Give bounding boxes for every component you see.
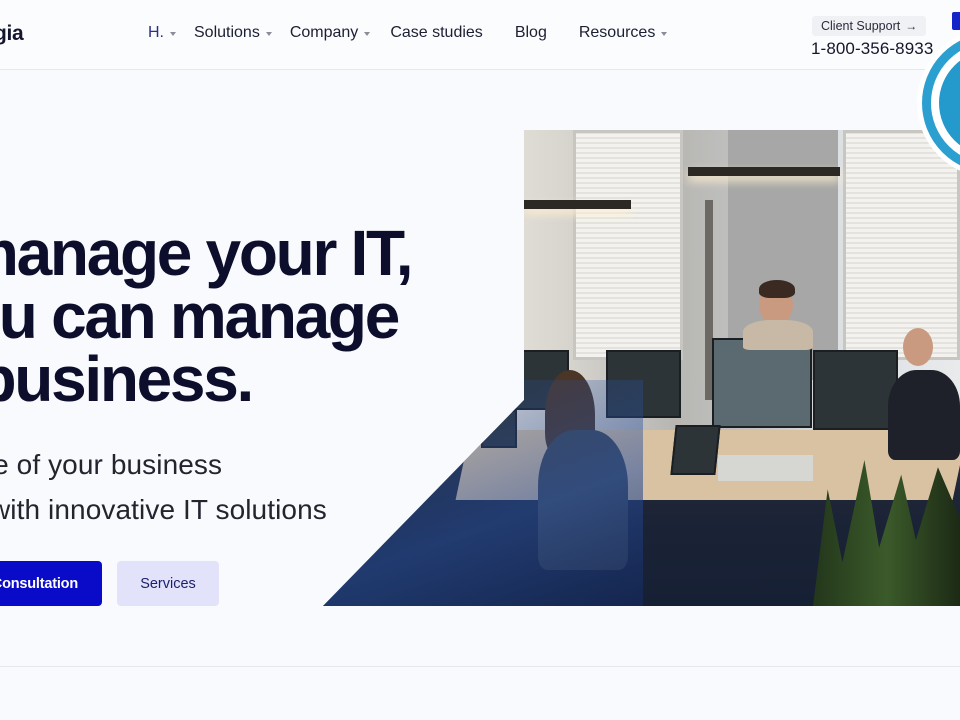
nav-item-label: Company (289, 24, 359, 41)
nav-item-case-studies[interactable]: Case studies (390, 24, 483, 42)
nav-item-label: Case studies (390, 24, 483, 41)
section-divider (0, 666, 960, 667)
nav-item-solutions[interactable]: Solutions (194, 24, 272, 42)
header-cta-button-edge[interactable] (952, 12, 960, 30)
image-window (573, 130, 683, 360)
image-lamp (688, 167, 840, 176)
site-header: gia H. Solutions Company Case studies Bl… (0, 0, 960, 70)
nav-item-resources[interactable]: Resources (578, 24, 668, 42)
headline-line: manage your IT, (0, 217, 414, 289)
nav-item-blog[interactable]: Blog (515, 24, 547, 42)
arrow-right-icon: → (905, 19, 918, 33)
headline-line: business. (0, 343, 254, 415)
image-monitor-stand (718, 455, 813, 481)
subtext-line: y with innovative IT solutions (0, 494, 327, 525)
image-laptop (670, 425, 721, 475)
hero-subtext: rge of your business y with innovative I… (0, 442, 327, 532)
image-person-head (903, 328, 933, 366)
image-person-body (888, 370, 960, 460)
main-nav: H. Solutions Company Case studies Blog R… (148, 24, 668, 42)
client-support-button[interactable]: Client Support → (812, 16, 927, 36)
subtext-line: rge of your business (0, 449, 223, 480)
site-logo[interactable]: gia (0, 22, 24, 46)
image-person-hair (759, 280, 795, 298)
chevron-down-icon (364, 31, 371, 36)
chevron-down-icon (265, 31, 272, 36)
client-support-label: Client Support (821, 19, 901, 33)
image-person-body (743, 320, 813, 350)
nav-item-company[interactable]: Company (289, 24, 371, 42)
image-window (843, 130, 960, 360)
hero-image (323, 130, 960, 606)
nav-item-label: Solutions (194, 24, 260, 41)
nav-item-label: Resources (578, 24, 656, 41)
chevron-down-icon (170, 31, 176, 36)
nav-item-home[interactable]: H. (148, 24, 176, 42)
headline-line: ou can manage (0, 280, 400, 352)
image-monitor (813, 350, 898, 430)
nav-item-label: Blog (514, 24, 547, 41)
image-monitor (712, 338, 812, 428)
image-lamp (523, 200, 631, 209)
services-button[interactable]: Services (117, 561, 219, 606)
image-blue-overlay (323, 380, 643, 606)
chevron-down-icon (661, 31, 668, 36)
nav-item-label: H. (148, 24, 164, 41)
hero-headline: manage your IT, ou can manage business. (0, 217, 414, 415)
phone-number[interactable]: 1-800-356-8933 (811, 39, 933, 59)
consultation-button[interactable]: Consultation (0, 561, 102, 606)
